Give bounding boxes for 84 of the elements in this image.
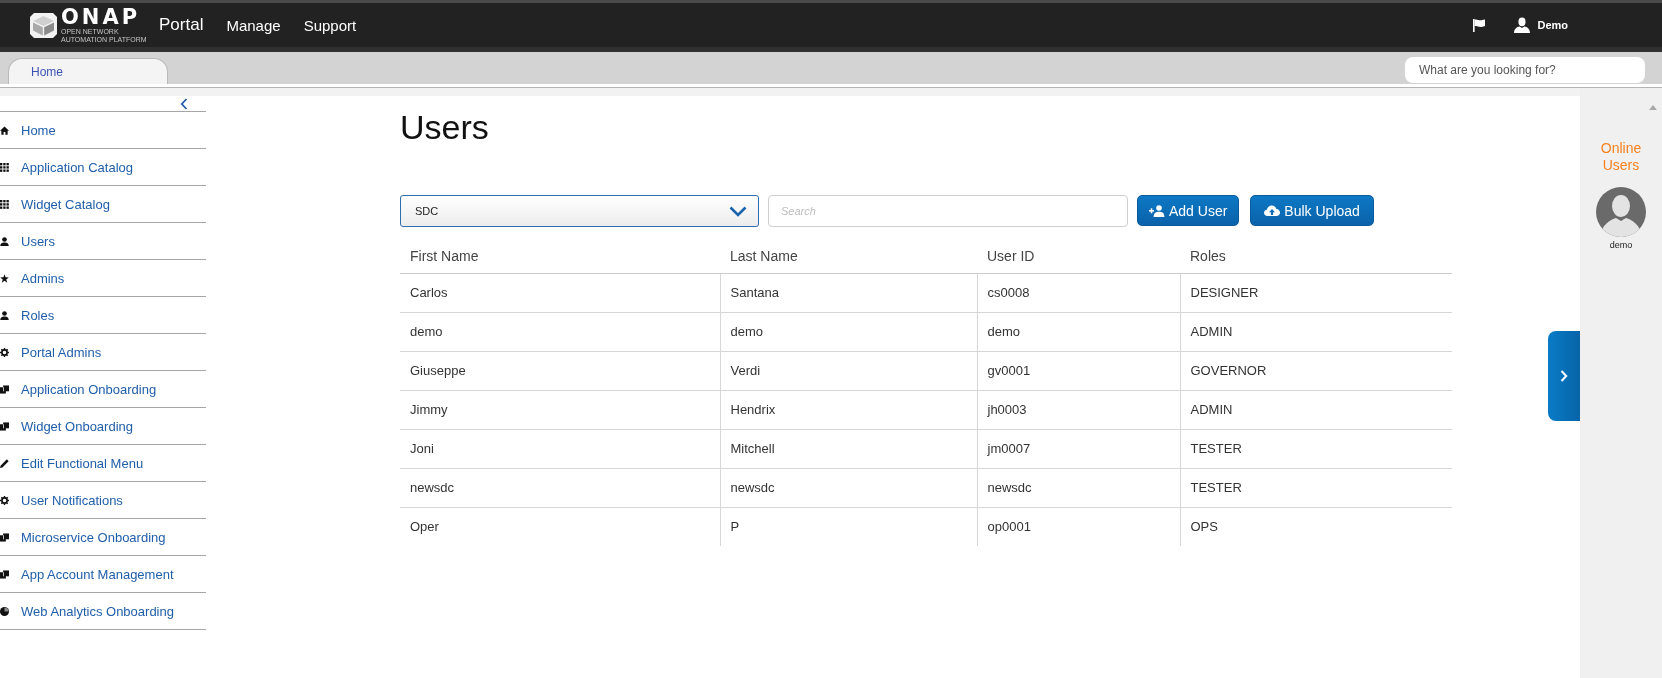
table-cell: Carlos [400, 273, 720, 312]
sidebar-item[interactable]: Portal Admins [0, 334, 206, 371]
app-name: Portal [159, 15, 204, 35]
sidebar-item[interactable]: Application Catalog [0, 149, 206, 186]
gear-icon [0, 495, 9, 505]
table-cell: gv0001 [977, 351, 1180, 390]
page-title: Users [400, 107, 490, 147]
table-cell: newsdc [400, 468, 720, 507]
pie-chart-icon [0, 606, 9, 616]
sidebar-item[interactable]: Roles [0, 297, 206, 334]
sidebar-item[interactable]: App Account Management [0, 556, 206, 593]
grid-icon [0, 199, 9, 209]
table-cell: OPS [1180, 507, 1452, 546]
stacked-squares-icon [0, 569, 9, 579]
sidebar-item[interactable]: Widget Catalog [0, 186, 206, 223]
table-cell: demo [720, 312, 977, 351]
sidebar-item[interactable]: Admins [0, 260, 206, 297]
bulk-upload-button[interactable]: Bulk Upload [1250, 195, 1374, 226]
table-cell: TESTER [1180, 429, 1452, 468]
nav-menu-item[interactable]: Support [303, 16, 357, 34]
logo-wordmark: ONAP [61, 7, 141, 27]
stacked-squares-icon [0, 532, 9, 542]
column-header[interactable]: First Name [400, 229, 720, 273]
person-plus-icon [1149, 204, 1165, 217]
grid-icon [0, 162, 9, 172]
tab[interactable]: Home [8, 58, 168, 84]
chevron-right-icon [1560, 370, 1568, 382]
table-cell: ADMIN [1180, 390, 1452, 429]
table-cell: demo [977, 312, 1180, 351]
sidebar-item[interactable]: Application Onboarding [0, 371, 206, 408]
table-cell: newsdc [977, 468, 1180, 507]
sidebar-item[interactable]: Edit Functional Menu [0, 445, 206, 482]
table-cell: Mitchell [720, 429, 977, 468]
stacked-squares-icon [0, 421, 9, 431]
nav-menu-item[interactable]: Manage [226, 16, 281, 34]
expand-panel-button[interactable] [1548, 331, 1580, 421]
cube-logo-icon [30, 12, 57, 38]
sidebar-item[interactable]: Web Analytics Onboarding [0, 593, 206, 630]
search-field[interactable]: Search [768, 195, 1128, 227]
sidebar-item[interactable]: Home [0, 112, 206, 149]
column-header[interactable]: Roles [1180, 229, 1452, 273]
sidebar-item[interactable]: Widget Onboarding [0, 408, 206, 445]
user-icon[interactable] [1514, 17, 1531, 33]
gear-icon [0, 347, 9, 357]
table-cell: newsdc [720, 468, 977, 507]
sidebar-item[interactable]: Users [0, 223, 206, 260]
table-cell: demo [400, 312, 720, 351]
chevron-down-icon [729, 205, 747, 217]
person-icon [0, 236, 9, 246]
table-cell: Joni [400, 429, 720, 468]
person-icon [0, 310, 9, 320]
table-cell: ADMIN [1180, 312, 1452, 351]
pencil-icon [0, 458, 9, 468]
table-cell: DESIGNER [1180, 273, 1452, 312]
table-cell: Verdi [720, 351, 977, 390]
table-cell: Giuseppe [400, 351, 720, 390]
table-cell: GOVERNOR [1180, 351, 1452, 390]
table-cell: P [720, 507, 977, 546]
column-header[interactable]: Last Name [720, 229, 977, 273]
table-cell: jh0003 [977, 390, 1180, 429]
star-icon [0, 273, 9, 283]
chevron-left-icon[interactable] [180, 97, 188, 110]
table-cell: Santana [720, 273, 977, 312]
user-name[interactable]: Demo [1537, 19, 1568, 31]
add-user-button[interactable]: Add User [1137, 195, 1240, 226]
cloud-upload-icon [1264, 205, 1281, 216]
user-name: demo [1609, 240, 1633, 250]
panel-title: Online Users [1599, 140, 1643, 174]
table-cell: jm0007 [977, 429, 1180, 468]
home-icon [0, 125, 9, 135]
table-cell: Oper [400, 507, 720, 546]
stacked-squares-icon [0, 384, 9, 394]
sidebar-item[interactable]: Microservice Onboarding [0, 519, 206, 556]
table-cell: Hendrix [720, 390, 977, 429]
app-select[interactable]: SDC [400, 195, 759, 227]
search-field[interactable]: What are you looking for? [1405, 57, 1645, 83]
table-cell: Jimmy [400, 390, 720, 429]
table-cell: TESTER [1180, 468, 1452, 507]
flag-icon[interactable] [1473, 18, 1486, 32]
sidebar-item[interactable]: User Notifications [0, 482, 206, 519]
column-header[interactable]: User ID [977, 229, 1180, 273]
table-cell: cs0008 [977, 273, 1180, 312]
avatar-icon[interactable] [1596, 187, 1646, 237]
table-cell: op0001 [977, 507, 1180, 546]
